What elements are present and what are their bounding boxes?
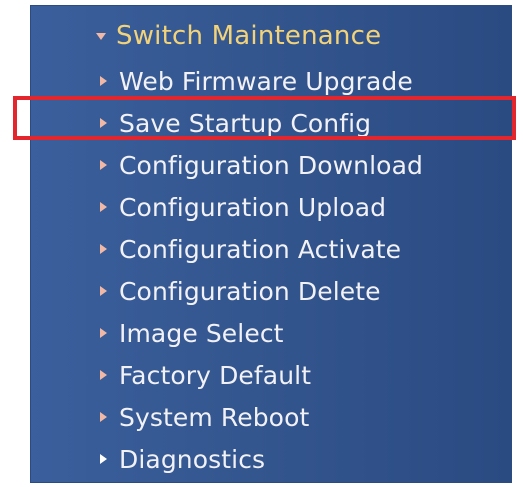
bullet-arrow-icon xyxy=(100,118,107,128)
menu-item-label: Web Firmware Upgrade xyxy=(119,66,413,96)
menu-item-label: System Reboot xyxy=(119,402,310,432)
bullet-arrow-icon xyxy=(100,286,107,296)
bullet-arrow-icon xyxy=(100,202,107,212)
menu-item-label: Factory Default xyxy=(119,360,312,390)
menu-item-label: Save Startup Config xyxy=(119,108,372,138)
menu-item-diagnostics[interactable]: Diagnostics xyxy=(100,438,423,480)
menu-item-factory-default[interactable]: Factory Default xyxy=(100,354,423,396)
menu-item-save-startup-config[interactable]: Save Startup Config xyxy=(100,102,423,144)
menu-item-label: Configuration Download xyxy=(119,150,423,180)
menu-item-web-firmware-upgrade[interactable]: Web Firmware Upgrade xyxy=(100,60,423,102)
menu-item-configuration-upload[interactable]: Configuration Upload xyxy=(100,186,423,228)
bullet-arrow-icon xyxy=(100,76,107,86)
bullet-arrow-icon xyxy=(100,454,107,464)
bullet-arrow-icon xyxy=(100,412,107,422)
bullet-arrow-icon xyxy=(100,370,107,380)
menu-section-header[interactable]: Switch Maintenance xyxy=(96,21,381,51)
menu-section-title: Switch Maintenance xyxy=(116,21,382,51)
switch-maintenance-menu: Switch Maintenance Web Firmware Upgrade … xyxy=(30,5,512,483)
expand-arrow-icon xyxy=(96,32,106,40)
menu-item-label: Diagnostics xyxy=(119,444,266,474)
bullet-arrow-icon xyxy=(100,328,107,338)
menu-item-configuration-download[interactable]: Configuration Download xyxy=(100,144,423,186)
menu-item-label: Configuration Activate xyxy=(119,234,402,264)
menu-item-configuration-delete[interactable]: Configuration Delete xyxy=(100,270,423,312)
bullet-arrow-icon xyxy=(100,160,107,170)
menu-item-label: Configuration Upload xyxy=(119,192,387,222)
menu-item-label: Configuration Delete xyxy=(119,276,381,306)
menu-item-configuration-activate[interactable]: Configuration Activate xyxy=(100,228,423,270)
menu-item-image-select[interactable]: Image Select xyxy=(100,312,423,354)
menu-item-label: Image Select xyxy=(119,318,284,348)
bullet-arrow-icon xyxy=(100,244,107,254)
menu-list: Web Firmware Upgrade Save Startup Config… xyxy=(100,60,423,480)
menu-item-system-reboot[interactable]: System Reboot xyxy=(100,396,423,438)
